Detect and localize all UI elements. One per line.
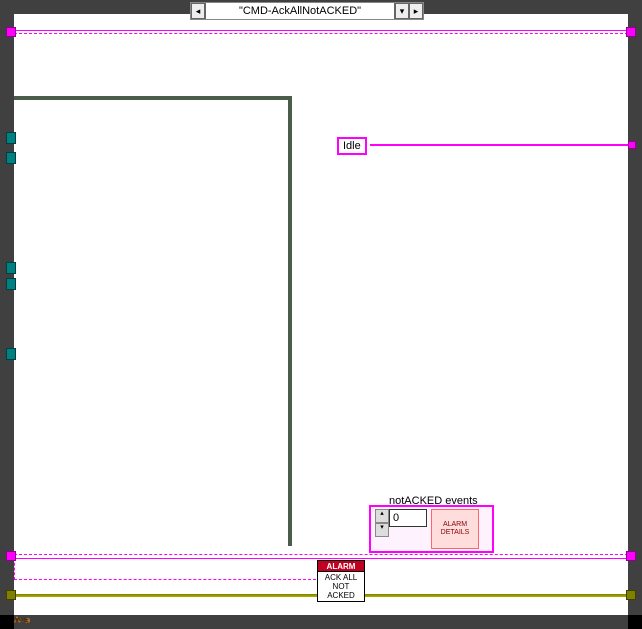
case-dropdown-arrow[interactable]: ▾ — [395, 3, 409, 19]
tunnel-right-error — [626, 590, 636, 600]
idle-enum-constant[interactable]: Idle — [337, 137, 367, 155]
alarm-details-element[interactable]: ALARM DETAILS — [431, 509, 479, 549]
index-terminal: A=a — [14, 615, 30, 625]
notacked-cluster[interactable]: ▴ ▾ 0 ALARM DETAILS — [375, 509, 479, 549]
tunnel-left-bottom — [6, 551, 16, 561]
case-prev-arrow[interactable]: ◂ — [191, 3, 205, 19]
case-selector[interactable]: ◂ "CMD-AckAllNotACKED" ▾ ▸ — [190, 2, 424, 20]
alarm-subvi-line3: ACKED — [318, 591, 364, 600]
idle-wire — [370, 144, 628, 146]
tunnel-left-e — [6, 348, 16, 360]
numeric-index-field[interactable]: 0 — [389, 509, 427, 527]
tunnel-left-top — [6, 27, 16, 37]
case-structure-border-left — [0, 0, 14, 629]
tunnel-left-d — [6, 278, 16, 290]
alarm-subvi-line1: ACK ALL — [318, 573, 364, 582]
alarm-ack-all-subvi[interactable]: ALARM ACK ALL NOT ACKED — [317, 560, 365, 602]
numeric-index-spinner[interactable]: ▴ ▾ — [375, 509, 389, 537]
spinner-up-icon[interactable]: ▴ — [375, 509, 389, 523]
tunnel-right-top — [626, 27, 636, 37]
alarm-subvi-header: ALARM — [317, 560, 365, 572]
tunnel-left-b — [6, 152, 16, 164]
tunnel-right-idle — [628, 141, 636, 149]
alarm-subvi-line2: NOT — [318, 582, 364, 591]
case-structure-border-bottom — [0, 615, 642, 629]
idle-enum-label: Idle — [343, 140, 361, 152]
alarm-subvi-body: ACK ALL NOT ACKED — [317, 572, 365, 602]
tunnel-left-c — [6, 262, 16, 274]
tunnel-right-bottom — [626, 551, 636, 561]
tunnel-left-a — [6, 132, 16, 144]
case-label[interactable]: "CMD-AckAllNotACKED" — [205, 3, 395, 19]
case-next-arrow[interactable]: ▸ — [409, 3, 423, 19]
cluster-wire-bottom-branch — [14, 558, 316, 580]
case-structure-border-right — [628, 0, 642, 629]
inner-loop-structure — [14, 96, 292, 546]
alarm-details-label: ALARM DETAILS — [432, 521, 478, 537]
tunnel-left-error — [6, 590, 16, 600]
cluster-wire-top — [14, 30, 628, 34]
spinner-down-icon[interactable]: ▾ — [375, 523, 389, 537]
numeric-index-value: 0 — [393, 512, 399, 524]
